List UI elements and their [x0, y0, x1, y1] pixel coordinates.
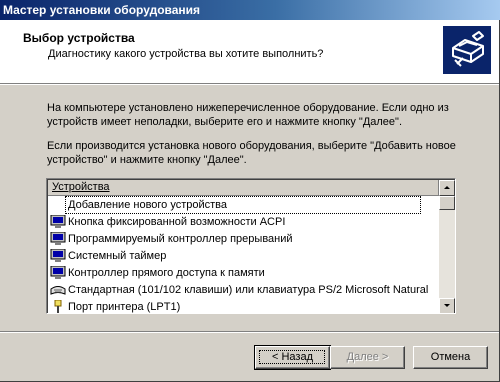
- page-title: Выбор устройства: [23, 31, 135, 45]
- wizard-window: Мастер установки оборудования Выбор устр…: [0, 0, 500, 382]
- list-item-label: Кнопка фиксированной возможности ACPI: [68, 216, 286, 228]
- cancel-button[interactable]: Отмена: [413, 346, 488, 369]
- list-item[interactable]: Порт принтера (LPT1): [48, 299, 439, 313]
- vertical-scrollbar[interactable]: [439, 180, 455, 313]
- list-item-label: Порт принтера (LPT1): [68, 301, 181, 313]
- window-title: Мастер установки оборудования: [3, 3, 201, 17]
- list-item-label: Стандартная (101/102 клавиши) или клавиа…: [68, 284, 429, 296]
- next-button-label: Далее >: [346, 351, 389, 363]
- focus-rect: [259, 350, 325, 364]
- back-button[interactable]: < Назад: [254, 345, 331, 370]
- list-item-label: Контроллер прямого доступа к памяти: [68, 267, 265, 279]
- next-button[interactable]: Далее >: [330, 346, 405, 369]
- computer-icon: [50, 249, 66, 262]
- list-item[interactable]: Программируемый контроллер прерываний: [48, 231, 439, 248]
- column-header-label: Устройства: [52, 181, 110, 193]
- button-divider: [0, 331, 499, 333]
- computer-icon: [50, 232, 66, 245]
- list-item[interactable]: Системный таймер: [48, 248, 439, 265]
- scroll-thumb[interactable]: [439, 196, 455, 210]
- list-item-label: Добавление нового устройства: [65, 196, 421, 214]
- list-item-label: Системный таймер: [68, 250, 167, 262]
- page-subtitle: Диагностику какого устройства вы хотите …: [48, 48, 324, 60]
- scroll-up-button[interactable]: [439, 180, 455, 196]
- list-item[interactable]: Кнопка фиксированной возможности ACPI: [48, 214, 439, 231]
- instruction-paragraph-2: Если производится установка нового обору…: [47, 140, 456, 166]
- list-item[interactable]: Добавление нового устройства: [48, 196, 439, 214]
- device-list[interactable]: Устройства Добавление нового устройства …: [46, 178, 456, 314]
- arrow-up-icon: [444, 186, 450, 189]
- list-item[interactable]: Контроллер прямого доступа к памяти: [48, 265, 439, 282]
- printer-port-icon: [54, 300, 62, 313]
- list-item-label: Программируемый контроллер прерываний: [68, 233, 293, 245]
- wizard-header: Выбор устройства Диагностику какого устр…: [0, 20, 499, 83]
- hardware-wizard-icon: [443, 26, 491, 74]
- cancel-button-label: Отмена: [430, 351, 471, 363]
- arrow-down-icon: [444, 304, 450, 307]
- computer-icon: [50, 266, 66, 279]
- device-rows: Добавление нового устройства Кнопка фикс…: [48, 196, 439, 313]
- title-bar[interactable]: Мастер установки оборудования: [0, 0, 500, 20]
- list-item[interactable]: Стандартная (101/102 клавиши) или клавиа…: [48, 282, 439, 299]
- scroll-down-button[interactable]: [439, 298, 455, 313]
- computer-icon: [50, 215, 66, 228]
- header-divider: [0, 83, 499, 85]
- keyboard-icon: [50, 286, 66, 295]
- column-header-devices[interactable]: Устройства: [48, 180, 439, 196]
- instruction-paragraph-1: На компьютере установлено нижеперечислен…: [47, 102, 449, 128]
